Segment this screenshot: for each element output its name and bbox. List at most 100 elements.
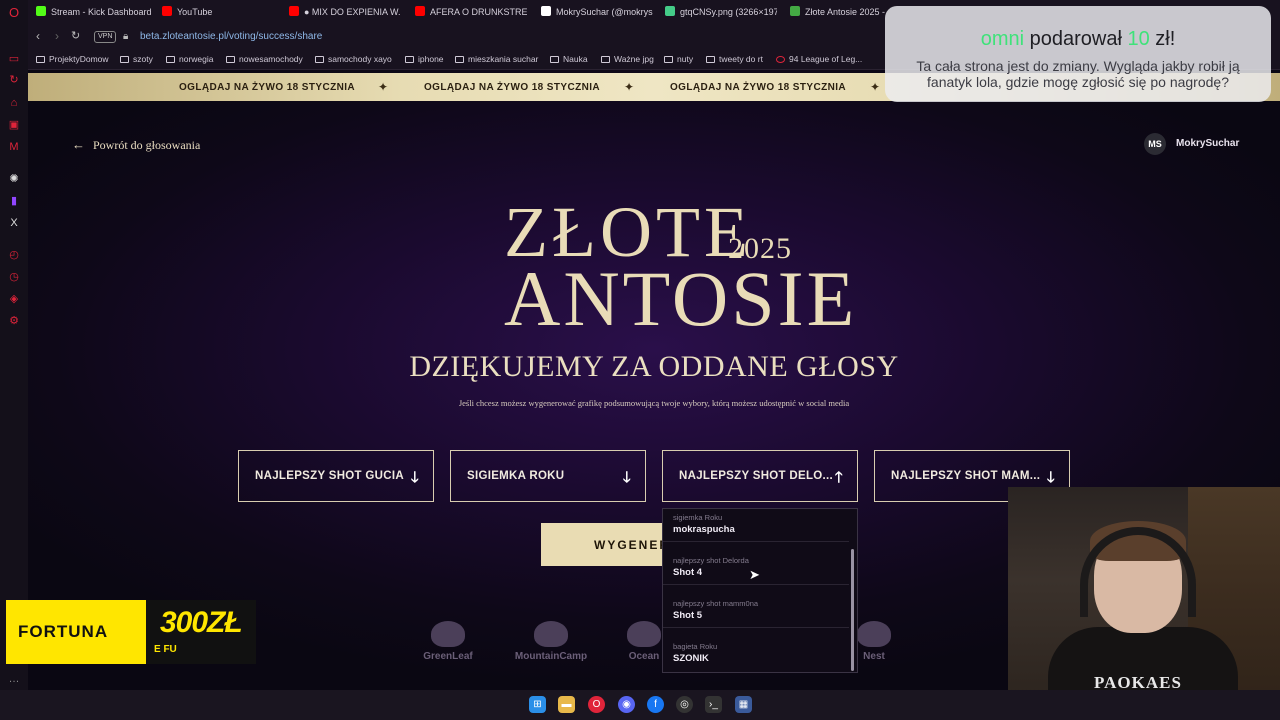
tab-image[interactable]: gtqCNSy.png (3266×197 xyxy=(665,3,777,21)
sidebar-cube-icon[interactable]: ◈ xyxy=(7,292,21,306)
lock-icon: 🔒︎ xyxy=(123,31,129,42)
folder-icon xyxy=(36,56,45,63)
bookmark-folder[interactable]: nowesamochody xyxy=(226,54,303,64)
folder-icon xyxy=(601,56,610,63)
sparkle-icon: ✦ xyxy=(870,80,881,94)
marquee-text: OGLĄDAJ NA ŻYWO 18 STYCZNIA xyxy=(179,82,355,93)
calculator-icon[interactable]: ▦ xyxy=(735,696,752,713)
sponsor-ocean[interactable]: Ocean xyxy=(624,621,664,662)
windows-start-icon[interactable]: ⊞ xyxy=(529,696,546,713)
sheet-icon xyxy=(790,6,800,16)
bookmark-folder[interactable]: norwegia xyxy=(166,54,214,64)
bookmark-folder[interactable]: ProjektyDomow xyxy=(36,54,109,64)
logo-line-2: ANTOSIE xyxy=(504,255,858,342)
facebook-icon[interactable]: f xyxy=(647,696,664,713)
sidebar-app-icon[interactable]: ▭ xyxy=(7,52,21,66)
sidebar-bag-icon[interactable]: ⌂ xyxy=(7,96,21,110)
username: MokrySuchar xyxy=(1176,138,1240,149)
folder-icon xyxy=(315,56,324,63)
donation-amount: 10 xyxy=(1127,28,1150,50)
bookmark-folder[interactable]: nuty xyxy=(664,54,693,64)
reload-icon[interactable]: ↻ xyxy=(71,29,80,42)
list-item[interactable]: sigiemka Roku mokraspucha xyxy=(663,509,849,542)
mouse-cursor-icon: ➤ xyxy=(749,567,760,582)
category-dropdown-delorda[interactable]: NAJLEPSZY SHOT DELO... 🡑 xyxy=(662,450,858,502)
sidebar-x-icon[interactable]: X xyxy=(7,216,21,230)
vpn-badge[interactable]: VPN xyxy=(94,31,117,43)
back-to-voting-link[interactable]: ← Powrót do głosowania xyxy=(72,137,200,153)
fortuna-ad-banner: FORTUNA 300ZŁ E FU xyxy=(6,600,256,664)
donor-name: omni xyxy=(980,28,1025,50)
folder-icon xyxy=(226,56,235,63)
category-dropdown-gucia[interactable]: NAJLEPSZY SHOT GUCIA 🡓 xyxy=(238,450,434,502)
list-item[interactable]: najlepszy shot mamm0na Shot 5 xyxy=(663,585,849,628)
arrow-down-icon: 🡓 xyxy=(410,469,419,486)
opera-icon[interactable]: O xyxy=(588,696,605,713)
avatar: MS xyxy=(1144,133,1166,155)
folder-icon xyxy=(166,56,175,63)
sidebar-timer-icon[interactable]: ◷ xyxy=(7,270,21,284)
sidebar-mail-icon[interactable]: M xyxy=(7,140,21,154)
sidebar-twitch-icon[interactable]: ▮ xyxy=(7,194,21,208)
sidebar-settings-icon[interactable]: ⚙ xyxy=(7,314,21,328)
category-dropdown-sigiemka[interactable]: SIGIEMKA ROKU 🡓 xyxy=(450,450,646,502)
fortuna-small-text: E FU xyxy=(154,644,177,655)
arrow-left-icon: ← xyxy=(72,137,85,152)
back-arrow-icon[interactable]: ‹ xyxy=(36,29,40,43)
terminal-icon[interactable]: ›_ xyxy=(705,696,722,713)
youtube-icon xyxy=(415,6,425,16)
tab-tiktok[interactable]: MokrySuchar (@mokrysu xyxy=(541,3,653,21)
tab-afera[interactable]: AFERA O DRUNKSTREAM xyxy=(415,3,527,21)
bookmark-folder[interactable]: mieszkania suchar xyxy=(455,54,538,64)
zlote-antosie-logo: ZŁOTE 2025 ANTOSIE xyxy=(490,196,854,338)
bookmark-folder[interactable]: Ważne jpg xyxy=(601,54,654,64)
sidebar-history-icon[interactable]: ↻ xyxy=(7,73,21,87)
folder-icon xyxy=(706,56,715,63)
sidebar-more-icon[interactable]: … xyxy=(7,672,21,686)
sparkle-icon: ✦ xyxy=(378,80,389,94)
mountain-logo-icon xyxy=(534,621,568,647)
windows-taskbar: ⊞ ▬ O ◉ f ◎ ›_ ▦ xyxy=(0,690,1280,720)
bookmark-folder[interactable]: Nauka xyxy=(550,54,588,64)
sidebar-messenger-icon[interactable]: ▣ xyxy=(7,118,21,132)
tab-mix[interactable]: ● MIX DO EXPIENIA W... xyxy=(289,3,401,21)
donation-currency: zł! xyxy=(1155,28,1176,50)
donation-message: Ta cała strona jest do zmiany. Wygląda j… xyxy=(916,58,1240,90)
discord-icon[interactable]: ◉ xyxy=(618,696,635,713)
folder-icon xyxy=(550,56,559,63)
image-icon xyxy=(665,6,675,16)
donation-action: podarował xyxy=(1029,28,1122,50)
bookmark-folder[interactable]: iphone xyxy=(405,54,444,64)
fortuna-brand: FORTUNA xyxy=(18,622,109,641)
arrow-up-icon: 🡑 xyxy=(834,469,843,486)
youtube-icon xyxy=(289,6,299,16)
sidebar-clock-icon[interactable]: ◴ xyxy=(7,248,21,262)
sponsor-mountaincamp[interactable]: MountainCamp xyxy=(514,621,588,662)
dropdown-scrollbar[interactable] xyxy=(851,549,854,671)
url-field[interactable]: beta.zloteantosie.pl/voting/success/shar… xyxy=(140,31,322,42)
league-icon xyxy=(776,56,785,63)
choices-dropdown-list[interactable]: sigiemka Roku mokraspucha najlepszy shot… xyxy=(662,508,858,673)
share-description: Jeśli chcesz możesz wygenerować grafikę … xyxy=(458,398,850,408)
bookmark-folder[interactable]: tweety do rt xyxy=(706,54,763,64)
tab-zlote-antosie[interactable]: Złote Antosie 2025 - ... xyxy=(790,3,886,21)
opera-logo-icon[interactable]: O xyxy=(7,6,21,20)
bookmark-league[interactable]: 94 League of Leg... xyxy=(776,54,862,64)
bookmark-folder[interactable]: samochody xayo xyxy=(315,54,392,64)
folder-icon xyxy=(455,56,464,63)
file-explorer-icon[interactable]: ▬ xyxy=(558,696,575,713)
greenleaf-logo-icon xyxy=(431,621,465,647)
obs-icon[interactable]: ◎ xyxy=(676,696,693,713)
sidebar-chatgpt-icon[interactable]: ✺ xyxy=(7,172,21,186)
arrow-down-icon: 🡓 xyxy=(622,469,631,486)
marquee-text: OGLĄDAJ NA ŻYWO 18 STYCZNIA xyxy=(670,82,846,93)
tab-kick-dashboard[interactable]: Stream - Kick Dashboard xyxy=(36,3,156,21)
list-item[interactable]: bagieta Roku SZONIK xyxy=(663,628,849,671)
kick-icon xyxy=(36,6,46,16)
tab-youtube[interactable]: YouTube xyxy=(162,3,272,21)
page-title: DZIĘKUJEMY ZA ODDANE GŁOSY xyxy=(409,350,899,383)
bookmark-folder[interactable]: szoty xyxy=(120,54,153,64)
sponsor-greenleaf[interactable]: GreenLeaf xyxy=(418,621,478,662)
forward-arrow-icon[interactable]: › xyxy=(55,29,59,43)
sponsor-nest[interactable]: Nest xyxy=(854,621,894,662)
